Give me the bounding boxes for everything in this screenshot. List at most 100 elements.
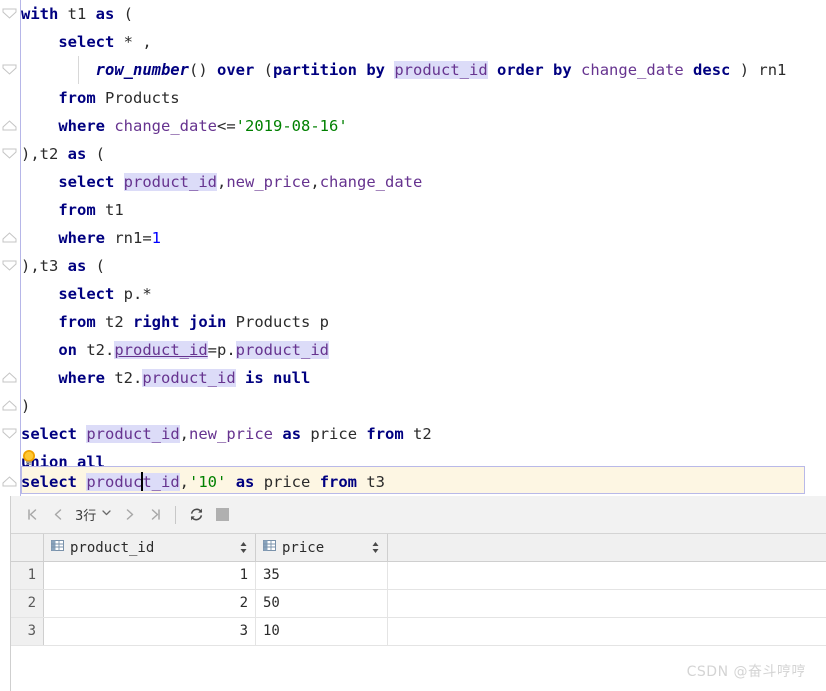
stop-button[interactable]	[209, 502, 235, 528]
code-token: on	[58, 341, 77, 359]
fold-collapse-icon[interactable]	[2, 148, 17, 159]
code-line[interactable]: from Products	[21, 84, 179, 112]
last-page-button[interactable]	[142, 502, 168, 528]
code-line[interactable]: row_number() over (partition by product_…	[21, 56, 786, 84]
table-row[interactable]: 1 1 35	[11, 562, 826, 590]
table-row[interactable]: 3 3 10	[11, 618, 826, 646]
code-token: from	[58, 201, 96, 219]
code-token: from	[58, 89, 96, 107]
fold-collapse-icon[interactable]	[2, 260, 17, 271]
code-token: t2.	[105, 369, 143, 387]
code-token: as	[282, 425, 302, 443]
table-row[interactable]: 2 2 50	[11, 590, 826, 618]
code-token: with	[21, 5, 59, 23]
code-line[interactable]: ),t2 as (	[21, 140, 105, 168]
code-line[interactable]: where t2.product_id is null	[21, 364, 310, 392]
stop-icon	[215, 508, 229, 521]
results-panel[interactable]: 3行 product_id price 1 1 35 2 2 50 3 3 10…	[0, 496, 826, 691]
code-token: (	[86, 257, 106, 275]
code-token: <=	[217, 117, 236, 135]
code-token: change_date	[581, 61, 684, 79]
next-page-button[interactable]	[116, 502, 142, 528]
fold-collapse-icon[interactable]	[2, 8, 17, 19]
code-token: 1	[151, 229, 162, 247]
column-header-price[interactable]: price	[256, 534, 388, 561]
sql-editor[interactable]: with t1 as ( select * , row_number () ove…	[0, 0, 826, 496]
cell-product-id[interactable]: 3	[44, 618, 256, 645]
code-token: t2.	[77, 341, 115, 359]
sort-toggle-icon[interactable]	[239, 541, 248, 554]
code-line[interactable]: select product_id,'10' as price from t3	[21, 468, 385, 496]
code-token: '2019-08-16'	[235, 117, 348, 135]
results-toolbar[interactable]: 3行	[11, 496, 826, 534]
cell-price[interactable]: 35	[256, 562, 388, 589]
fold-expand-icon[interactable]	[2, 120, 17, 131]
code-line[interactable]: where rn1=1	[21, 224, 161, 252]
fold-collapse-icon[interactable]	[2, 64, 17, 75]
code-token: where	[58, 229, 105, 247]
code-token: over	[216, 61, 255, 79]
code-token: row_number	[95, 61, 189, 79]
code-token: ),t3	[21, 257, 68, 275]
code-line[interactable]: select product_id,new_price as price fro…	[21, 420, 432, 448]
code-token: as	[95, 5, 115, 23]
row-number-cell: 3	[11, 618, 44, 645]
fold-expand-icon[interactable]	[2, 476, 17, 487]
code-token: select	[58, 33, 115, 51]
code-token: where	[58, 117, 105, 135]
cell-price[interactable]: 10	[256, 618, 388, 645]
code-line[interactable]: )	[21, 392, 30, 420]
csdn-watermark: CSDN @奋斗哼哼	[686, 664, 806, 680]
row-count-label: 3行	[75, 509, 97, 524]
column-header-product-id[interactable]: product_id	[44, 534, 256, 561]
sort-toggle-icon[interactable]	[371, 541, 380, 554]
rownum-header-cell	[11, 534, 44, 561]
code-token: *	[142, 285, 152, 303]
code-line[interactable]: select product_id,new_price,change_date	[21, 168, 422, 196]
code-token: (	[254, 61, 273, 79]
code-line[interactable]: from t2 right join Products p	[21, 308, 329, 336]
code-line[interactable]: select * ,	[21, 28, 151, 56]
code-line[interactable]: with t1 as (	[21, 0, 133, 28]
toolbar-separator	[175, 505, 177, 524]
lightbulb-icon[interactable]	[21, 449, 37, 467]
editor-gutter[interactable]	[0, 0, 22, 496]
fold-collapse-icon[interactable]	[2, 428, 17, 439]
code-token: desc	[693, 61, 731, 79]
code-token: ,	[179, 473, 190, 491]
code-line[interactable]: select p.*	[21, 280, 152, 308]
code-line[interactable]: on t2.product_id=p.product_id	[21, 336, 329, 364]
code-line[interactable]: from t1	[21, 196, 124, 224]
row-count-selector[interactable]: 3行	[71, 505, 116, 524]
refresh-icon[interactable]	[183, 502, 209, 528]
code-token: t1	[95, 201, 124, 219]
cell-product-id[interactable]: 1	[44, 562, 256, 589]
editor-code-area[interactable]: with t1 as ( select * , row_number () ove…	[21, 0, 826, 496]
code-token: new_price	[189, 425, 274, 443]
code-token: order	[497, 61, 544, 79]
fold-expand-icon[interactable]	[2, 372, 17, 383]
cell-price[interactable]: 50	[256, 590, 388, 617]
cell-product-id[interactable]: 2	[44, 590, 256, 617]
text-caret	[141, 472, 143, 491]
code-token: ,	[217, 173, 227, 191]
prev-page-button[interactable]	[45, 502, 71, 528]
code-token: )	[730, 61, 759, 79]
code-token: '10'	[189, 473, 227, 491]
code-token: ,	[310, 173, 320, 191]
first-page-button[interactable]	[19, 502, 45, 528]
code-token: product_id	[86, 473, 180, 491]
code-line[interactable]: where change_date<='2019-08-16'	[21, 112, 348, 140]
fold-expand-icon[interactable]	[2, 232, 17, 243]
fold-expand-icon[interactable]	[2, 400, 17, 411]
results-left-edge	[0, 496, 11, 691]
code-line[interactable]: ),t3 as (	[21, 252, 105, 280]
